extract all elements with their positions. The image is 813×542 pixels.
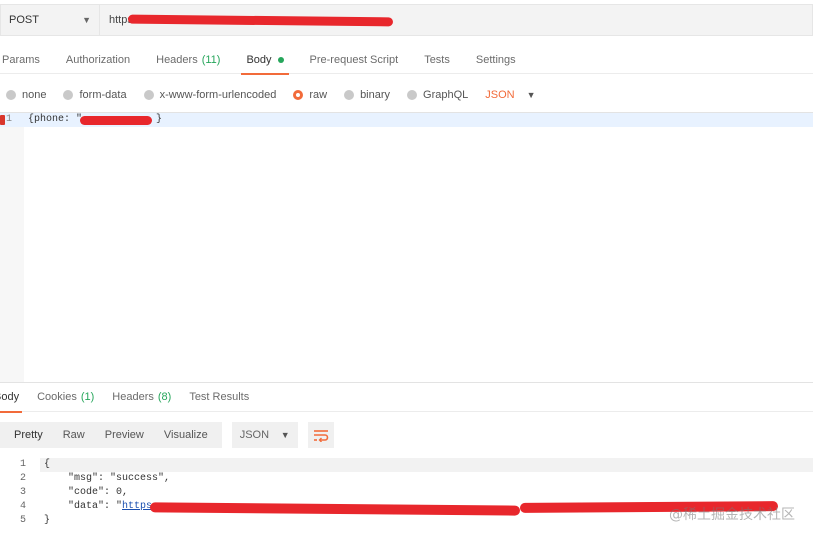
line-number: 4	[20, 501, 27, 512]
radio-graphql[interactable]: GraphQL	[407, 89, 468, 101]
line-number: 5	[20, 515, 27, 526]
line-number: 3	[20, 487, 27, 498]
response-data-link[interactable]: https	[122, 501, 152, 512]
status-dot-icon	[277, 56, 284, 63]
tab-params-label: Params	[2, 53, 40, 66]
radio-urlencoded[interactable]: x-www-form-urlencoded	[143, 89, 277, 101]
request-body-editor[interactable]: 1 {phone: "}	[0, 112, 813, 382]
radio-form-data[interactable]: form-data	[63, 89, 127, 101]
response-view-toolbar: Pretty Raw Preview Visualize JSON ▼	[0, 422, 334, 448]
tab-response-body[interactable]: Body	[0, 382, 28, 413]
tab-test-results[interactable]: Test Results	[180, 382, 258, 412]
view-mode-group: Pretty Raw Preview Visualize	[0, 422, 222, 448]
chevron-down-icon: ▼	[280, 430, 290, 440]
tab-settings[interactable]: Settings	[463, 46, 529, 74]
headers-count-badge: (11)	[201, 53, 221, 66]
tab-headers[interactable]: Headers (11)	[143, 46, 233, 74]
watermark-text: @稀土掘金技术社区	[669, 507, 795, 523]
chevron-down-icon: ▼	[82, 15, 91, 25]
response-headers-count-badge: (8)	[157, 391, 172, 403]
tab-response-headers[interactable]: Headers (8)	[103, 382, 180, 412]
view-pretty-button[interactable]: Pretty	[4, 422, 53, 448]
radio-none[interactable]: none	[6, 89, 46, 101]
tab-params[interactable]: Params	[0, 46, 53, 74]
json-line: "code": 0,	[44, 487, 129, 498]
view-visualize-label: Visualize	[163, 429, 208, 441]
line-number: 1	[6, 114, 13, 125]
method-label: POST	[9, 14, 39, 26]
view-pretty-label: Pretty	[14, 429, 43, 441]
radio-icon	[6, 90, 16, 100]
view-raw-label: Raw	[62, 429, 85, 441]
redaction-mark	[80, 116, 152, 125]
editor-gutter	[0, 113, 24, 382]
request-tabs: Params Authorization Headers (11) Body P…	[0, 46, 813, 75]
view-raw-button[interactable]: Raw	[53, 422, 95, 448]
tab-settings-label: Settings	[475, 53, 516, 66]
json-line: {	[44, 459, 51, 470]
url-input[interactable]: https	[100, 4, 813, 36]
radio-binary[interactable]: binary	[344, 89, 390, 101]
body-format-select[interactable]: JSON ▼	[485, 89, 535, 101]
response-tabs: Body Cookies (1) Headers (8) Test Result…	[0, 382, 813, 413]
code-text: {phone: "	[28, 114, 83, 125]
body-format-label: JSON	[485, 89, 515, 101]
body-type-options: none form-data x-www-form-urlencoded raw…	[0, 84, 813, 106]
tab-authorization-label: Authorization	[65, 53, 131, 66]
line-number: 1	[20, 459, 27, 470]
method-select[interactable]: POST ▼	[0, 4, 100, 36]
tab-prerequest-script[interactable]: Pre-request Script	[297, 46, 412, 74]
radio-raw[interactable]: raw	[293, 89, 327, 101]
radio-none-label: none	[22, 89, 47, 101]
chevron-down-icon: ▼	[526, 90, 536, 100]
active-line-highlight	[40, 458, 813, 472]
radio-binary-label: binary	[360, 89, 391, 101]
json-line: "data": "https	[44, 501, 152, 512]
cookies-count-badge: (1)	[80, 391, 95, 403]
tab-cookies[interactable]: Cookies (1)	[28, 382, 103, 412]
response-format-select[interactable]: JSON ▼	[231, 422, 298, 448]
tab-tests[interactable]: Tests	[411, 46, 463, 74]
tab-headers-label: Headers	[156, 53, 198, 66]
redaction-mark	[127, 14, 394, 27]
response-format-label: JSON	[239, 429, 270, 441]
tab-response-body-label: Body	[0, 391, 20, 403]
radio-icon	[143, 90, 154, 100]
json-key: "data":	[44, 501, 117, 512]
url-bar: POST ▼ https	[0, 3, 813, 37]
tab-cookies-label: Cookies	[37, 391, 77, 403]
radio-raw-label: raw	[309, 89, 328, 101]
wrap-lines-button[interactable]	[307, 422, 334, 448]
view-preview-label: Preview	[104, 429, 144, 441]
radio-icon	[63, 90, 74, 100]
radio-urlencoded-label: x-www-form-urlencoded	[159, 89, 277, 101]
radio-graphql-label: GraphQL	[423, 89, 469, 101]
tab-response-headers-label: Headers	[112, 391, 154, 403]
line-number: 2	[20, 473, 27, 484]
redaction-mark	[149, 502, 521, 516]
radio-icon	[407, 90, 418, 100]
radio-form-data-label: form-data	[79, 89, 127, 101]
tab-tests-label: Tests	[424, 53, 450, 66]
tab-test-results-label: Test Results	[189, 391, 250, 403]
json-line: }	[44, 515, 51, 526]
error-marker-icon	[0, 115, 5, 125]
radio-checked-icon	[293, 90, 304, 100]
json-line: "msg": "success",	[44, 473, 171, 484]
response-body-viewer[interactable]: 1 2 3 4 5 { "msg": "success", "code": 0,…	[0, 458, 813, 542]
view-preview-button[interactable]: Preview	[95, 422, 154, 448]
tab-authorization[interactable]: Authorization	[53, 46, 143, 74]
code-text-end: }	[156, 114, 163, 125]
view-visualize-button[interactable]: Visualize	[154, 422, 218, 448]
tab-body-label: Body	[246, 53, 272, 66]
tab-body[interactable]: Body	[233, 46, 296, 75]
wrap-lines-icon	[313, 430, 328, 442]
radio-icon	[344, 90, 355, 100]
tab-prerequest-label: Pre-request Script	[309, 53, 399, 66]
